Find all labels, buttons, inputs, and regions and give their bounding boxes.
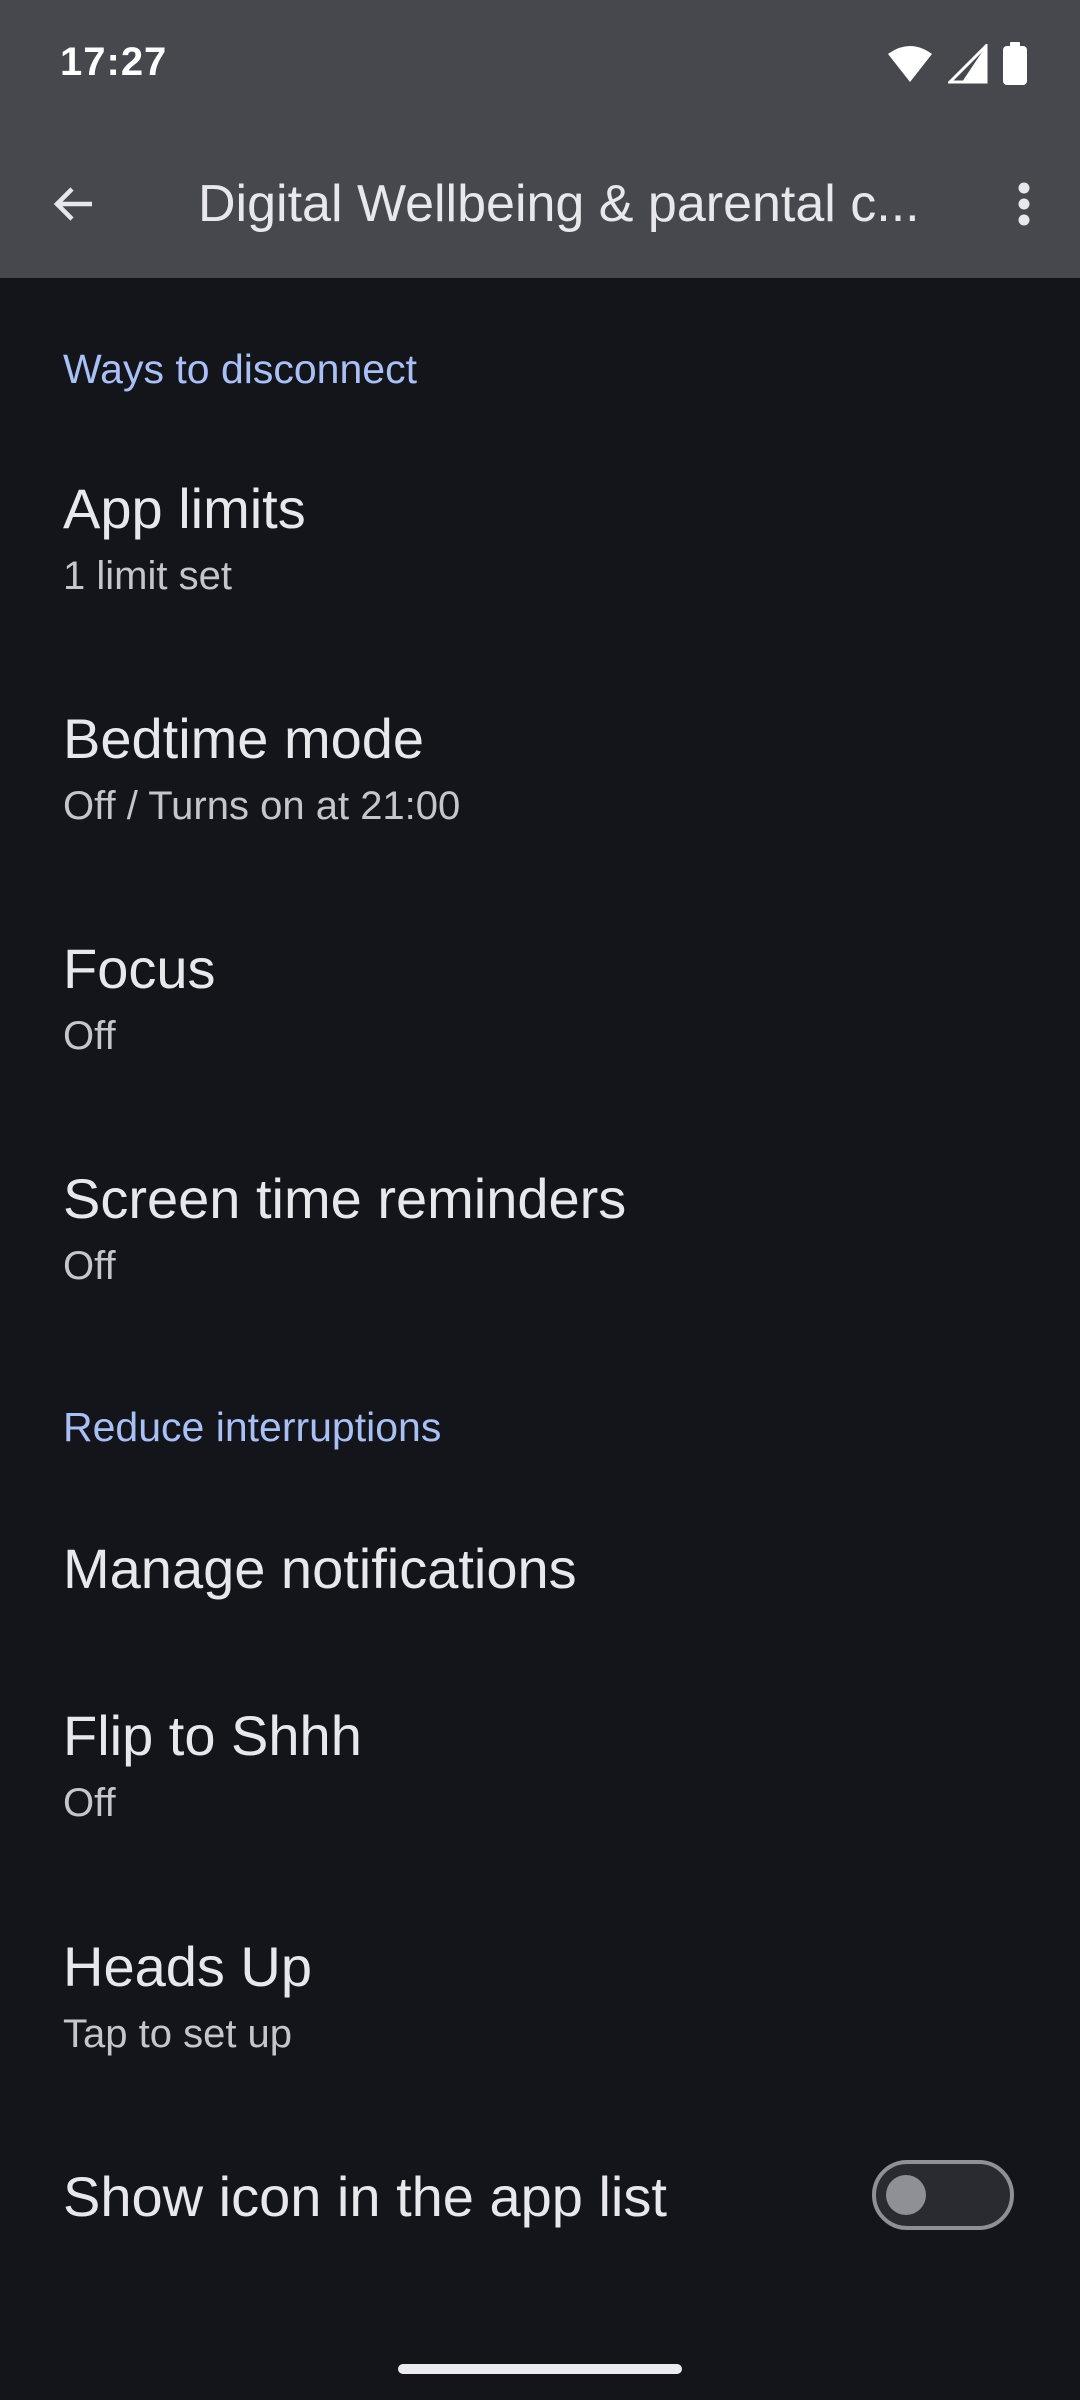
item-subtitle: Off bbox=[63, 1244, 116, 1288]
item-title: Screen time reminders bbox=[63, 1167, 627, 1230]
item-title: Flip to Shhh bbox=[63, 1704, 362, 1767]
more-vert-icon bbox=[1017, 182, 1031, 231]
item-title: Manage notifications bbox=[63, 1537, 577, 1600]
section-header-reduce-interruptions: Reduce interruptions bbox=[63, 1404, 442, 1450]
manage-notifications-item[interactable]: Manage notifications bbox=[0, 1500, 1080, 1650]
item-title: Focus bbox=[63, 937, 216, 1000]
show-icon-toggle[interactable] bbox=[872, 2160, 1014, 2230]
signal-icon bbox=[946, 41, 988, 89]
app-limits-item[interactable]: App limits 1 limit set bbox=[0, 440, 1080, 640]
item-subtitle: Off bbox=[63, 1781, 116, 1825]
screen-time-reminders-item[interactable]: Screen time reminders Off bbox=[0, 1130, 1080, 1330]
item-subtitle: Tap to set up bbox=[63, 2012, 293, 2056]
flip-to-shhh-item[interactable]: Flip to Shhh Off bbox=[0, 1667, 1080, 1867]
wifi-icon bbox=[886, 44, 934, 89]
item-title: Heads Up bbox=[63, 1935, 313, 1998]
gesture-nav-handle[interactable] bbox=[398, 2364, 682, 2374]
arrow-back-icon bbox=[50, 180, 98, 233]
status-time: 17:27 bbox=[60, 40, 168, 84]
show-icon-item[interactable]: Show icon in the app list bbox=[0, 2128, 1080, 2268]
item-subtitle: 1 limit set bbox=[63, 554, 232, 598]
item-title: App limits bbox=[63, 477, 306, 540]
item-title: Show icon in the app list bbox=[63, 2165, 667, 2228]
heads-up-item[interactable]: Heads Up Tap to set up bbox=[0, 1898, 1080, 2098]
bedtime-mode-item[interactable]: Bedtime mode Off / Turns on at 21:00 bbox=[0, 670, 1080, 870]
more-options-button[interactable] bbox=[986, 168, 1062, 244]
app-bar: Digital Wellbeing & parental c... bbox=[0, 132, 1080, 278]
status-icons bbox=[886, 41, 1028, 91]
item-subtitle: Off bbox=[63, 1014, 116, 1058]
item-title: Bedtime mode bbox=[63, 707, 425, 770]
back-button[interactable] bbox=[36, 168, 112, 244]
status-bar: 17:27 bbox=[0, 0, 1080, 132]
focus-item[interactable]: Focus Off bbox=[0, 900, 1080, 1100]
item-subtitle: Off / Turns on at 21:00 bbox=[63, 784, 461, 828]
battery-icon bbox=[1002, 41, 1028, 91]
toggle-knob bbox=[886, 2175, 926, 2215]
section-header-ways-to-disconnect: Ways to disconnect bbox=[63, 346, 417, 392]
page-title: Digital Wellbeing & parental c... bbox=[198, 175, 920, 233]
